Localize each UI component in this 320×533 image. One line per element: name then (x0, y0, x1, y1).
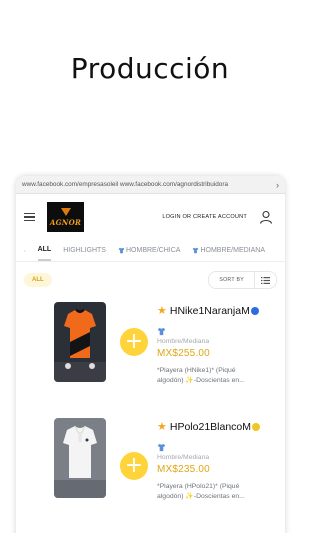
tab-all[interactable]: ALL (37, 240, 52, 261)
product-price: MX$255.00 (157, 348, 210, 359)
search-icon[interactable] (24, 246, 26, 256)
star-icon: ★ (157, 305, 167, 317)
url-text: www.facebook.com/empresasoleil www.faceb… (22, 181, 229, 188)
tab-label: HOMBRE/CHICA (125, 247, 181, 254)
product-category: Hombre/Mediana (157, 338, 210, 345)
browser-url-bar[interactable]: www.facebook.com/empresasoleil www.faceb… (16, 176, 285, 194)
product-info: ★ HPolo21BlancoM Hombre/Mediana MX$235.0… (157, 420, 282, 502)
sort-by-button[interactable]: SORT BY (209, 272, 254, 288)
logo-text: AGNOR (49, 217, 82, 227)
tab-hombre-chica[interactable]: HOMBRE/CHICA (118, 241, 180, 260)
hamburger-menu-icon[interactable] (24, 212, 35, 222)
product-info: ★ HNike1NaranjaM Hombre/Mediana MX$255.0… (157, 304, 282, 386)
description-line: algodón) ✨-Doscientas en... (157, 377, 245, 384)
product-description: *Playera (HPolo21)* (Piqué algodón) ✨-Do… (157, 482, 282, 502)
add-to-cart-button[interactable]: + (120, 452, 148, 480)
product-description: *Playera (HNike1)* (Piqué algodón) ✨-Dos… (157, 366, 282, 386)
product-card[interactable]: + ★ HPolo21BlancoM Hombre/Mediana MX$235… (16, 414, 285, 530)
add-to-cart-button[interactable]: + (120, 328, 148, 356)
tab-highlights[interactable]: HIGHLIGHTS (63, 241, 106, 260)
product-name[interactable]: ★ HPolo21BlancoM (157, 420, 282, 433)
product-name[interactable]: ★ HNike1NaranjaM (157, 304, 282, 317)
login-link[interactable]: LOGIN OR CREATE ACCOUNT (162, 214, 247, 220)
shirt-icon (193, 247, 199, 254)
product-name-text: HPolo21BlancoM (169, 420, 252, 433)
product-name-text: HNike1NaranjaM (169, 304, 250, 317)
product-image[interactable] (54, 418, 106, 498)
logo-emblem-icon (60, 207, 71, 216)
filter-row: ALL SORT BY (16, 262, 285, 298)
description-line: *Playera (HPolo21)* (Piqué (157, 483, 240, 490)
user-icon[interactable] (259, 210, 273, 224)
shirt-icon (157, 439, 282, 452)
tab-label: HOMBRE/MEDIANA (200, 247, 265, 254)
tab-hombre-mediana[interactable]: HOMBRE/MEDIANA (192, 241, 265, 260)
store-logo[interactable]: AGNOR (47, 202, 84, 232)
product-price: MX$235.00 (157, 464, 210, 475)
phone-screen: www.facebook.com/empresasoleil www.faceb… (16, 176, 285, 533)
star-icon: ★ (157, 421, 167, 433)
list-view-icon[interactable] (254, 272, 276, 288)
filter-chip-all[interactable]: ALL (24, 273, 52, 287)
yellow-circle-icon (252, 422, 261, 431)
store-header: AGNOR LOGIN OR CREATE ACCOUNT (16, 194, 285, 240)
blue-circle-icon (250, 306, 259, 315)
shirt-icon (157, 323, 282, 336)
product-category: Hombre/Mediana (157, 454, 210, 461)
sort-controls: SORT BY (208, 271, 277, 289)
description-line: *Playera (HNike1)* (Piqué (157, 367, 236, 374)
product-image[interactable] (54, 302, 106, 382)
shirt-icon (118, 247, 125, 254)
product-card[interactable]: + ★ HNike1NaranjaM Hombre/Mediana MX$255… (16, 298, 285, 414)
category-tabs: ALL HIGHLIGHTS HOMBRE/CHICA HOMBRE/MEDIA… (16, 240, 285, 262)
description-line: algodón) ✨-Doscientas en... (157, 493, 245, 500)
chevron-right-icon[interactable]: › (276, 180, 279, 190)
page-title: Producción (70, 52, 230, 85)
